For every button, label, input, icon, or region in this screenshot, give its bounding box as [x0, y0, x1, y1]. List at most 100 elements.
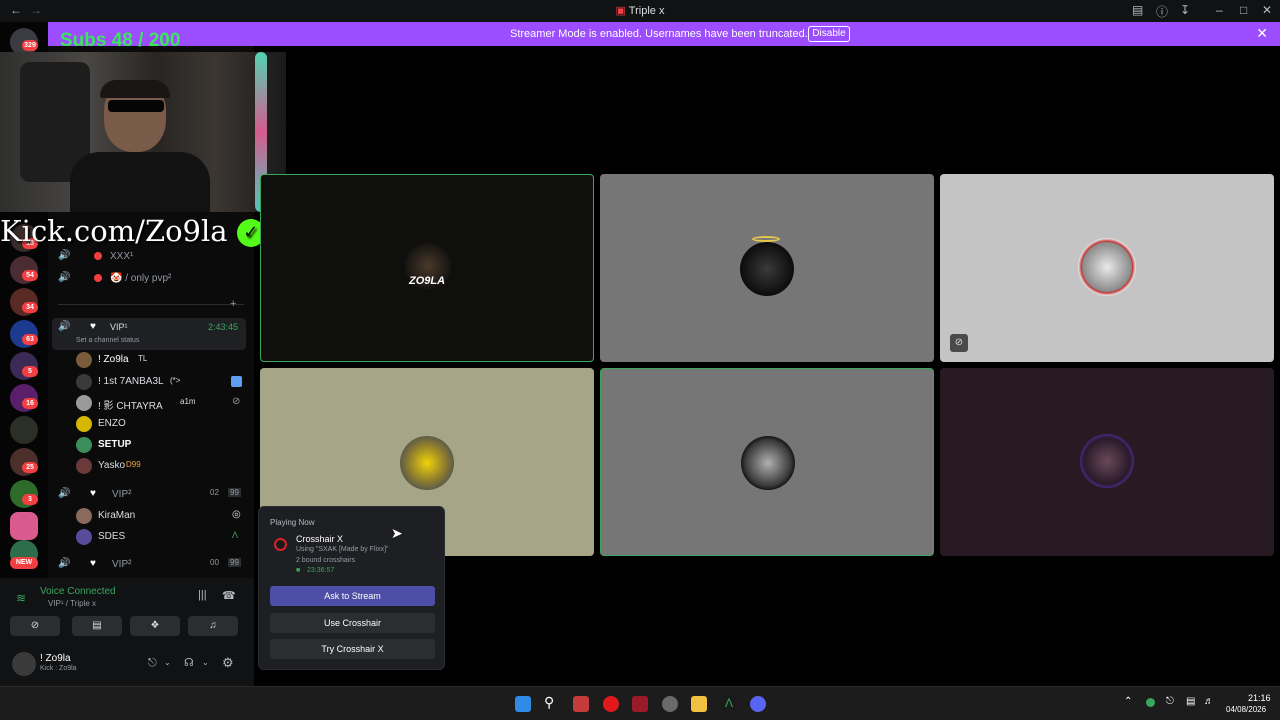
unread-badge: 54 [22, 270, 38, 281]
voice-panel: ≋ Voice Connected VIP¹ / Triple x ||| ☎ … [0, 578, 254, 686]
unread-badge: 5 [22, 366, 38, 377]
inbox-icon[interactable]: ▤ [1132, 3, 1143, 17]
avatar [76, 352, 92, 368]
webcam-overlay [0, 52, 286, 212]
voice-member[interactable]: ENZO [76, 414, 252, 434]
kick-url-overlay: Kick.com/Zo9la ✓ [0, 214, 265, 248]
voice-channel-item[interactable]: 🔊 ♥ VIP² 00 99 [48, 554, 254, 574]
chevron-down-icon[interactable]: ⌄ [202, 658, 209, 667]
opera-icon[interactable] [603, 696, 619, 712]
user-name: ! Zo9la [40, 653, 71, 664]
user-avatar [1078, 238, 1136, 296]
chevron-up-icon[interactable]: ⌃ [1124, 696, 1132, 707]
avatar [76, 395, 92, 411]
file-explorer-icon[interactable] [691, 696, 707, 712]
app-icon[interactable]: Λ [721, 696, 737, 712]
disconnect-icon[interactable]: ☎ [222, 589, 236, 602]
unread-badge: 329 [22, 40, 38, 51]
channel-status[interactable]: Set a channel status [76, 337, 139, 344]
voice-member[interactable]: Yasko D99 [76, 456, 252, 476]
microphone-icon[interactable]: ⎋ [148, 657, 157, 670]
clock-time[interactable]: 21:16 [1248, 693, 1271, 703]
streamer-mode-banner: Streamer Mode is enabled. Usernames have… [48, 22, 1280, 46]
volume-icon[interactable]: ♬ [1204, 696, 1214, 707]
server-icon[interactable] [10, 512, 38, 540]
close-banner-icon[interactable]: ✕ [1256, 25, 1268, 42]
hair-shape [100, 80, 170, 98]
muted-icon: ⊘ [232, 396, 241, 407]
minimize-icon[interactable]: – [1216, 3, 1223, 17]
app-icon[interactable] [632, 696, 648, 712]
video-tile[interactable]: ⊘ [940, 174, 1274, 362]
use-crosshair-button[interactable]: Use Crosshair [270, 613, 435, 633]
video-tile[interactable]: ZO9LA [260, 174, 594, 362]
speaker-icon: 🔊 [58, 272, 71, 283]
speaker-icon: 🔊 [58, 321, 71, 332]
plus-icon[interactable]: + [230, 298, 236, 310]
heart-icon: ♥ [90, 321, 96, 332]
help-icon[interactable]: ⓘ [1156, 3, 1168, 20]
try-crosshair-button[interactable]: Try Crosshair X [270, 639, 435, 659]
camera-off-button[interactable]: ⊘ [10, 616, 60, 636]
shirt-shape [70, 152, 210, 212]
tile-caption: ZO9LA [409, 275, 446, 287]
download-icon[interactable]: ↧ [1180, 3, 1190, 17]
stream-icon: ◎ [232, 509, 241, 520]
discord-icon[interactable] [750, 696, 766, 712]
voice-member[interactable]: KiraMan ◎ [76, 506, 252, 526]
unread-badge: 25 [22, 462, 38, 473]
soundboard-button[interactable]: ♫ [188, 616, 238, 636]
avatar [76, 458, 92, 474]
speaker-icon: 🔊 [58, 250, 71, 261]
popup-header: Playing Now [270, 518, 315, 527]
voice-status: Voice Connected [40, 586, 116, 597]
new-badge: NEW [10, 557, 38, 569]
voice-member[interactable]: ! Zo9la TL [76, 350, 252, 370]
activities-button[interactable]: ❖ [130, 616, 180, 636]
video-tile[interactable] [940, 368, 1274, 556]
video-tile[interactable] [600, 368, 934, 556]
voice-member[interactable]: SETUP [76, 435, 252, 455]
screen-share-button[interactable]: ▤ [72, 616, 122, 636]
user-avatar[interactable] [12, 652, 36, 676]
unread-badge: 16 [22, 398, 38, 409]
voice-channel-item[interactable]: 🔊 ♥ VIP² 02 99 [48, 484, 254, 504]
crosshair-x-icon [274, 538, 287, 551]
microphone-icon[interactable]: ⎋ [1166, 696, 1174, 707]
user-avatar [740, 242, 794, 296]
voice-channel-item[interactable]: 🔊 🤡 / only pvp² [48, 268, 254, 288]
avatar [76, 508, 92, 524]
signal-icon: ≋ [16, 591, 27, 605]
unread-badge: 3 [22, 494, 38, 505]
game-icon: Λ [232, 530, 239, 540]
search-icon[interactable]: ⚲ [544, 694, 554, 711]
status-icon[interactable] [1146, 698, 1155, 707]
server-icon[interactable] [10, 416, 38, 444]
disable-button[interactable]: Disable [808, 26, 850, 42]
maximize-icon[interactable]: □ [1240, 3, 1247, 17]
app-icon[interactable] [573, 696, 589, 712]
active-voice-channel[interactable]: 🔊 ♥ VIP¹ 2:43:45 Set a channel status [52, 318, 246, 350]
chevron-down-icon[interactable]: ⌄ [164, 658, 171, 667]
voice-channel[interactable]: VIP¹ / Triple x [48, 599, 96, 608]
soundboard-icon[interactable]: ||| [198, 589, 207, 601]
network-icon[interactable]: ▤ [1186, 696, 1195, 707]
ask-to-stream-button[interactable]: Ask to Stream [270, 586, 435, 606]
windows-taskbar: ⚲ Λ ⌃ ⎋ ▤ ♬ 21:16 04/08/2026 [0, 686, 1280, 720]
gear-icon[interactable]: ⚙ [222, 655, 234, 671]
close-window-icon[interactable]: ✕ [1262, 3, 1272, 17]
avatar [76, 529, 92, 545]
windows-start-icon[interactable] [515, 696, 531, 712]
stream-icon [231, 376, 242, 387]
voice-member[interactable]: ! 影 CHTAYRA a1m ⊘ [76, 393, 252, 413]
headphones-icon[interactable]: ☊ [184, 656, 194, 669]
app-icon[interactable] [662, 696, 678, 712]
voice-channel-item[interactable]: 🔊 XXX¹ [48, 246, 254, 266]
video-tile[interactable] [600, 174, 934, 362]
clock-date[interactable]: 04/08/2026 [1226, 705, 1266, 714]
play-time: 23:36:57 [307, 567, 335, 574]
voice-member[interactable]: SDES Λ [76, 527, 252, 547]
channel-timer: 2:43:45 [208, 322, 239, 332]
user-subtext: Kick : Zo9la [40, 665, 77, 672]
voice-member[interactable]: ! 1st 7ANBA3L (*> [76, 372, 252, 392]
